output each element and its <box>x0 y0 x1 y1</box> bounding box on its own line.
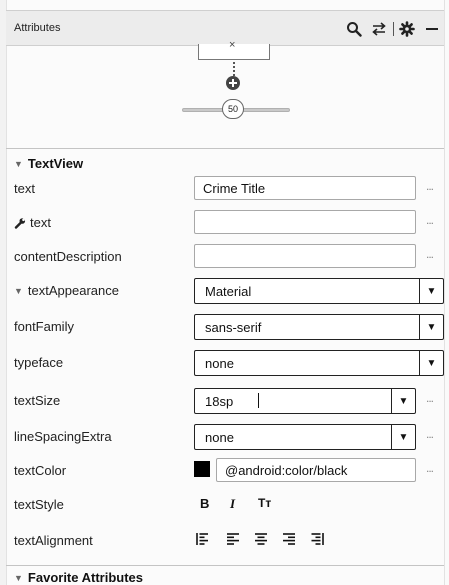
align-start-icon[interactable] <box>196 532 210 551</box>
align-right-icon[interactable] <box>282 532 296 551</box>
attributes-panel: Attributes × 50 ▼ TextView text Crime Ti… <box>0 0 449 585</box>
text-color-input[interactable] <box>216 458 416 482</box>
text-size-value[interactable]: 18sp <box>205 394 233 409</box>
attr-row-line-spacing-extra: lineSpacingExtra none ▼ ... <box>6 420 444 454</box>
attributes-header: Attributes <box>6 10 444 46</box>
attr-row-text: text ... <box>6 172 444 206</box>
font-family-dropdown[interactable]: sans-serif ▼ <box>194 314 444 340</box>
attr-label-text-style: textStyle <box>14 497 64 512</box>
bias-slider-thumb[interactable]: 50 <box>222 99 244 119</box>
color-swatch[interactable] <box>194 461 210 477</box>
expand-triangle-icon[interactable]: ▼ <box>14 286 23 296</box>
all-caps-toggle[interactable]: Tт <box>258 496 271 510</box>
tools-text-input[interactable] <box>194 210 416 234</box>
search-icon[interactable] <box>344 19 364 39</box>
tools-text-more-button[interactable]: ... <box>426 213 434 227</box>
line-spacing-extra-value: none <box>205 430 234 445</box>
chevron-down-icon[interactable]: ▼ <box>391 425 415 449</box>
swap-arrows-icon[interactable] <box>368 19 390 39</box>
content-description-more-button[interactable]: ... <box>426 247 434 261</box>
align-left-icon[interactable] <box>226 532 240 551</box>
text-color-more-button[interactable]: ... <box>426 461 434 475</box>
text-input[interactable] <box>194 176 416 200</box>
collapse-triangle-icon[interactable]: ▼ <box>14 159 23 169</box>
attr-row-text-color: textColor ... <box>6 454 444 488</box>
italic-toggle[interactable]: I <box>230 496 235 512</box>
text-cursor <box>258 393 259 408</box>
textview-section-header[interactable]: ▼ TextView <box>14 156 83 171</box>
chevron-down-icon[interactable]: ▼ <box>419 279 443 303</box>
favorites-section-title: Favorite Attributes <box>27 570 144 585</box>
text-size-combobox[interactable]: 18sp ▼ <box>194 388 416 414</box>
attr-row-text-style: textStyle B I Tт <box>6 488 444 522</box>
minimize-icon[interactable] <box>424 19 440 39</box>
chevron-down-icon[interactable]: ▼ <box>419 315 443 339</box>
font-family-value: sans-serif <box>205 320 262 335</box>
attr-row-text-alignment: textAlignment <box>6 524 444 558</box>
line-spacing-extra-combobox[interactable]: none ▼ <box>194 424 416 450</box>
attr-label-content-description: contentDescription <box>14 249 122 264</box>
textview-section-title: TextView <box>27 156 84 171</box>
gear-icon[interactable] <box>397 19 417 39</box>
text-appearance-label: textAppearance <box>27 283 119 298</box>
align-center-icon[interactable] <box>254 532 268 551</box>
tools-text-label: text <box>30 215 51 230</box>
attr-row-text-appearance: ▼ textAppearance Material ▼ <box>6 274 444 308</box>
attr-label-text-color: textColor <box>14 463 67 478</box>
attr-label-text: text <box>14 181 35 196</box>
constraint-dotted-line <box>233 62 235 76</box>
text-appearance-dropdown[interactable]: Material ▼ <box>194 278 444 304</box>
preview-box-symbol: × <box>229 39 236 51</box>
chevron-down-icon[interactable]: ▼ <box>419 351 443 375</box>
attr-label-text-appearance: ▼ textAppearance <box>14 283 119 298</box>
attr-row-content-description: contentDescription ... <box>6 240 444 274</box>
content-description-input[interactable] <box>194 244 416 268</box>
attr-row-tools-text: text ... <box>6 206 444 240</box>
favorites-section-header[interactable]: ▼ Favorite Attributes <box>14 570 143 585</box>
text-size-more-button[interactable]: ... <box>426 391 434 405</box>
attr-row-font-family: fontFamily sans-serif ▼ <box>6 310 444 344</box>
constraint-preview: × 50 <box>6 39 444 146</box>
typeface-dropdown[interactable]: none ▼ <box>194 350 444 376</box>
chevron-down-icon[interactable]: ▼ <box>391 389 415 413</box>
text-appearance-value: Material <box>205 284 252 299</box>
section-divider <box>6 148 444 149</box>
attr-label-typeface: typeface <box>14 355 64 370</box>
header-separator <box>393 22 394 36</box>
attr-row-text-size: textSize 18sp ▼ ... <box>6 384 444 418</box>
typeface-value: none <box>205 356 234 371</box>
add-constraint-icon[interactable] <box>225 75 241 96</box>
panel-title: Attributes <box>14 22 61 34</box>
attr-label-text-size: textSize <box>14 393 61 408</box>
section-divider <box>6 565 444 566</box>
attr-label-tools-text: text <box>14 215 51 230</box>
attr-label-font-family: fontFamily <box>14 319 74 334</box>
collapse-triangle-icon[interactable]: ▼ <box>14 573 23 583</box>
attr-label-line-spacing-extra: lineSpacingExtra <box>14 429 112 444</box>
line-spacing-more-button[interactable]: ... <box>426 427 434 441</box>
align-end-icon[interactable] <box>310 532 324 551</box>
text-more-button[interactable]: ... <box>426 179 434 193</box>
view-preview-box: × <box>198 39 270 60</box>
wrench-icon <box>14 217 26 229</box>
bold-toggle[interactable]: B <box>200 496 209 511</box>
attr-label-text-alignment: textAlignment <box>14 533 93 548</box>
attr-row-typeface: typeface none ▼ <box>6 346 444 380</box>
